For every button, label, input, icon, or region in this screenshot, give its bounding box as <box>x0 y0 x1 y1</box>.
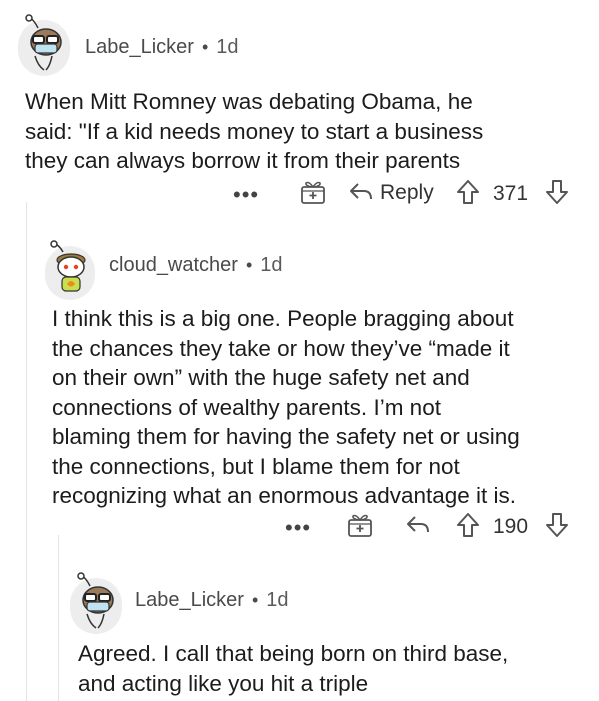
thread-line-level-2[interactable] <box>58 535 59 701</box>
avatar[interactable] <box>18 14 70 76</box>
snoo-avatar-icon <box>70 572 122 634</box>
comment-line: When Mitt Romney was debating Obama, he <box>25 89 473 114</box>
comment-line: and acting like you hit a triple <box>78 670 369 696</box>
comment-line: blaming them for having the safety net o… <box>52 424 520 449</box>
vote-count: 190 <box>493 515 529 538</box>
comment-actions: ••• 190 <box>0 511 599 541</box>
award-gift-icon[interactable] <box>300 179 326 210</box>
comment-meta: Labe_Licker • 1d <box>85 36 239 59</box>
upvote-arrow-icon[interactable] <box>456 512 480 543</box>
timestamp: 1d <box>266 589 289 611</box>
snoo-avatar-icon <box>45 240 95 300</box>
timestamp: 1d <box>216 36 239 58</box>
comment-line: they can always borrow it from their par… <box>25 148 461 173</box>
reply-arrow-icon[interactable] <box>405 514 431 541</box>
more-options-button[interactable]: ••• <box>285 517 311 539</box>
more-options-button[interactable]: ••• <box>233 184 259 206</box>
comment-line: recognizing what an enormous advantage i… <box>52 483 517 508</box>
username[interactable]: cloud_watcher <box>109 254 238 277</box>
award-gift-icon[interactable] <box>347 512 373 543</box>
downvote-arrow-icon[interactable] <box>545 179 569 210</box>
separator: • <box>245 255 253 275</box>
comment-line: I think this is a big one. People braggi… <box>52 306 514 331</box>
comment-body: I think this is a big one. People braggi… <box>52 304 520 511</box>
username[interactable]: Labe_Licker <box>135 589 244 612</box>
thread-line-level-1[interactable] <box>26 202 27 701</box>
comment-body: When Mitt Romney was debating Obama, he … <box>25 87 483 176</box>
comment-line: on their own” with the huge safety net a… <box>52 365 470 390</box>
comment-actions: ••• Reply 371 <box>0 178 599 208</box>
separator: • <box>201 37 209 57</box>
comment-line: said: "If a kid needs money to start a b… <box>25 118 484 144</box>
separator: • <box>251 590 259 610</box>
reply-button[interactable]: Reply <box>380 181 434 205</box>
username[interactable]: Labe_Licker <box>85 36 194 59</box>
avatar[interactable] <box>45 240 95 300</box>
comment-line: the chances they take or how they’ve “ma… <box>52 335 510 361</box>
avatar[interactable] <box>70 572 122 634</box>
downvote-arrow-icon[interactable] <box>545 512 569 543</box>
comment-line: connections of wealthy parents. I’m not <box>52 394 441 420</box>
upvote-arrow-icon[interactable] <box>456 179 480 210</box>
comment-line: the connections, but I blame them for no… <box>52 453 460 479</box>
comment-body: Agreed. I call that being born on third … <box>78 639 508 698</box>
vote-count: 371 <box>493 182 529 205</box>
reply-arrow-icon[interactable] <box>348 181 374 208</box>
comment-line: Agreed. I call that being born on third … <box>78 641 509 666</box>
comment-meta: Labe_Licker • 1d <box>135 589 289 612</box>
comment-meta: cloud_watcher • 1d <box>109 254 283 277</box>
timestamp: 1d <box>260 254 283 276</box>
snoo-avatar-icon <box>18 14 70 76</box>
